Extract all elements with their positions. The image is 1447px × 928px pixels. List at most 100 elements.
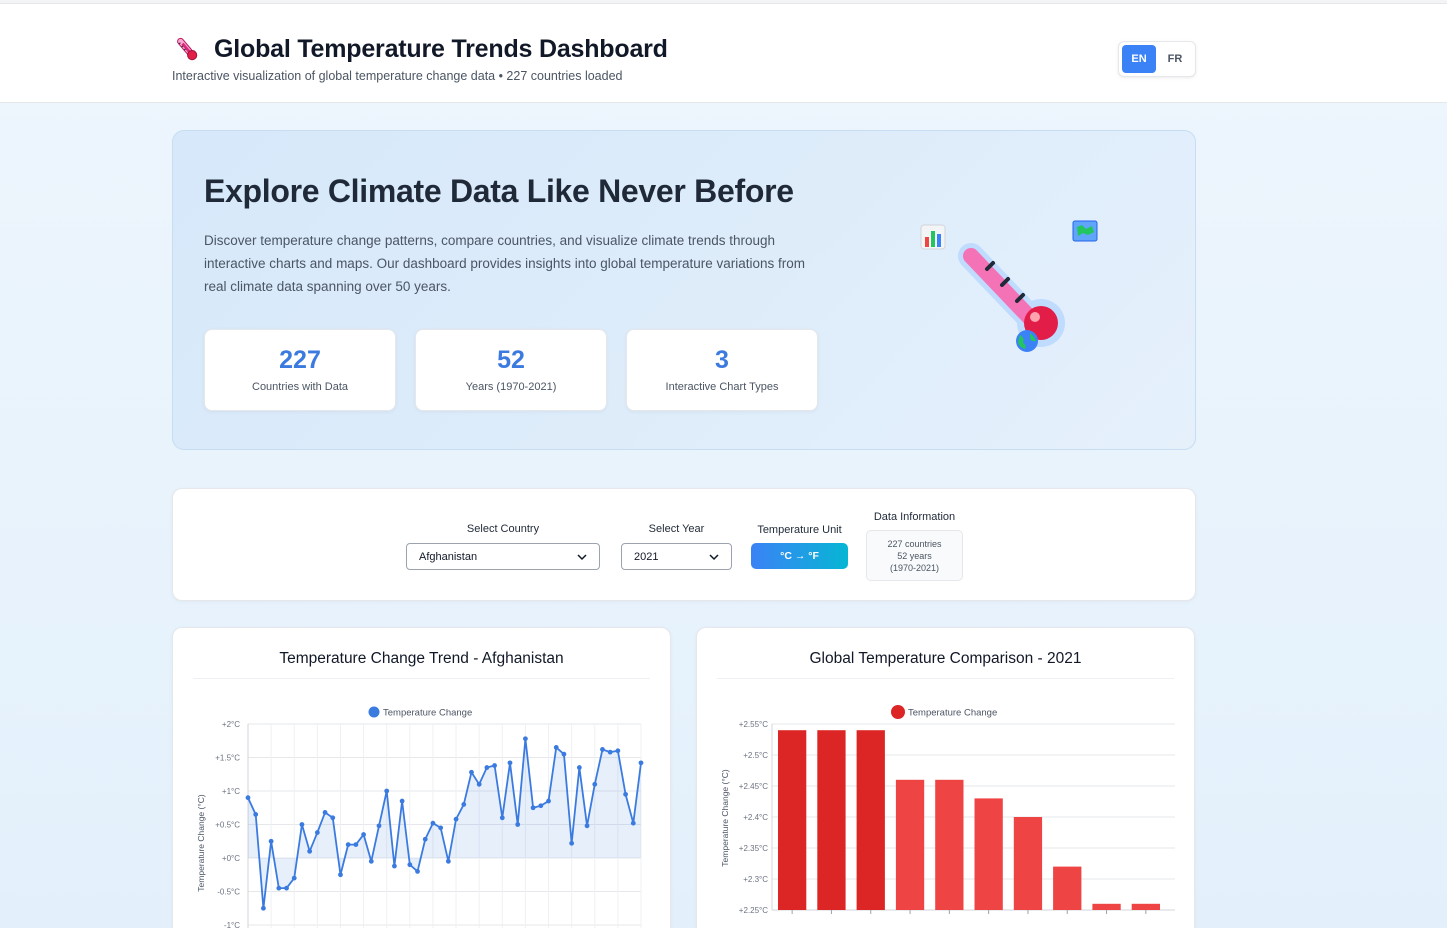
chevron-down-icon [577, 553, 587, 560]
data-point [384, 788, 390, 794]
y-tick-label: +2.55°C [739, 720, 768, 729]
data-point [392, 863, 397, 869]
data-point [261, 905, 266, 911]
y-tick-label: +2°C [222, 720, 240, 729]
data-info-box: 227 countries 52 years (1970-2021) [866, 530, 963, 581]
page-subtitle: Interactive visualization of global temp… [172, 69, 623, 83]
data-point [638, 760, 644, 766]
hero-heading: Explore Climate Data Like Never Before [204, 173, 794, 209]
data-point [399, 798, 405, 804]
language-en-button[interactable]: EN [1122, 45, 1156, 73]
bar-chart: Temperature Change +2.55°C +2.5°C +2.45°C +2… [720, 705, 1175, 915]
info-line: 227 countries [887, 539, 942, 549]
data-point [322, 810, 328, 815]
data-point [553, 745, 559, 750]
data-point [530, 805, 536, 811]
hero-section: Explore Climate Data Like Never Before D… [172, 130, 1196, 450]
country-select[interactable]: Afghanistan [406, 543, 600, 570]
hero-description: Discover temperature change patterns, co… [204, 233, 806, 294]
data-point [453, 816, 459, 822]
data-point [630, 820, 636, 826]
data-point [515, 822, 521, 827]
y-tick-label: -0.5°C [217, 888, 240, 897]
data-point [268, 838, 274, 844]
data-point [484, 765, 490, 770]
year-select[interactable]: 2021 [621, 543, 732, 570]
y-tick-label: +2.25°C [739, 906, 768, 915]
trend-chart-card: Temperature Change Trend - Afghanistan T… [172, 627, 671, 928]
data-point [492, 763, 497, 768]
country-select-value: Afghanistan [419, 550, 478, 563]
data-point [438, 825, 444, 831]
country-label: Select Country [466, 523, 540, 535]
bar [974, 798, 1003, 910]
y-tick-label: +2.4°C [743, 813, 768, 822]
year-select-value: 2021 [634, 550, 659, 563]
data-point [407, 862, 413, 868]
data-point [600, 747, 605, 752]
bar [817, 730, 846, 910]
data-point [276, 885, 282, 891]
data-point [607, 749, 613, 755]
data-point [445, 858, 451, 864]
data-point [507, 760, 513, 766]
info-line: (1970-2021) [889, 563, 940, 573]
stat-card-years: 52 Years (1970-2021) [415, 329, 607, 411]
stat-label: Years (1970-2021) [465, 381, 557, 393]
bar [1131, 903, 1160, 910]
legend-label: Temperature Change [908, 708, 997, 719]
y-tick-label: +0°C [222, 854, 240, 863]
data-point [538, 803, 544, 809]
bar [895, 779, 925, 910]
legend-marker [368, 706, 380, 718]
data-point [307, 848, 313, 854]
data-point [368, 858, 374, 864]
unit-toggle-button[interactable]: °C → °F [751, 543, 848, 569]
page-header: Global Temperature Trends Dashboard Inte… [0, 4, 1447, 103]
thermometer-icon [177, 37, 198, 61]
data-point [546, 798, 551, 804]
stat-card-countries: 227 Countries with Data [204, 329, 396, 411]
bar [856, 730, 885, 910]
data-point [422, 836, 428, 842]
data-point [523, 736, 528, 742]
data-point [615, 748, 621, 754]
data-point [245, 795, 251, 801]
chevron-down-icon [709, 553, 719, 560]
series-area [248, 738, 641, 909]
y-axis-label: Temperature Change (°C) [720, 769, 730, 867]
bar [1092, 903, 1121, 910]
language-fr-button[interactable]: FR [1158, 45, 1192, 73]
y-tick-label: +1°C [222, 787, 240, 796]
data-point [561, 751, 567, 757]
unit-label: Temperature Unit [757, 524, 842, 536]
thermometer-icon [958, 243, 1065, 347]
data-point [592, 781, 598, 787]
y-axis-label: Temperature Change (°C) [196, 794, 206, 892]
data-point [476, 781, 482, 787]
year-label: Select Year [648, 523, 705, 535]
data-point [569, 840, 575, 846]
map-icon [1072, 220, 1098, 242]
bar [778, 730, 807, 910]
data-point [253, 812, 259, 817]
data-point [284, 885, 289, 891]
stat-value: 3 [715, 346, 729, 374]
comparison-chart-card: Global Temperature Comparison - 2021 Tem… [696, 627, 1195, 928]
y-tick-label: +2.45°C [739, 782, 768, 791]
stat-label: Interactive Chart Types [665, 381, 779, 393]
y-tick-label: +2.35°C [739, 844, 768, 853]
bar-chart-icon [920, 224, 946, 250]
y-tick-label: +0.5°C [215, 821, 240, 830]
y-tick-label: +2.3°C [743, 875, 768, 884]
page-title: Global Temperature Trends Dashboard [214, 34, 668, 63]
bar [1053, 866, 1082, 910]
controls-panel: Select Country Afghanistan Select Year 2… [172, 488, 1196, 601]
data-point [415, 869, 420, 874]
data-point [499, 815, 505, 821]
stat-card-chart-types: 3 Interactive Chart Types [626, 329, 818, 411]
data-point [353, 842, 359, 847]
data-point [361, 832, 366, 837]
bar [935, 779, 964, 910]
data-point [299, 822, 305, 827]
